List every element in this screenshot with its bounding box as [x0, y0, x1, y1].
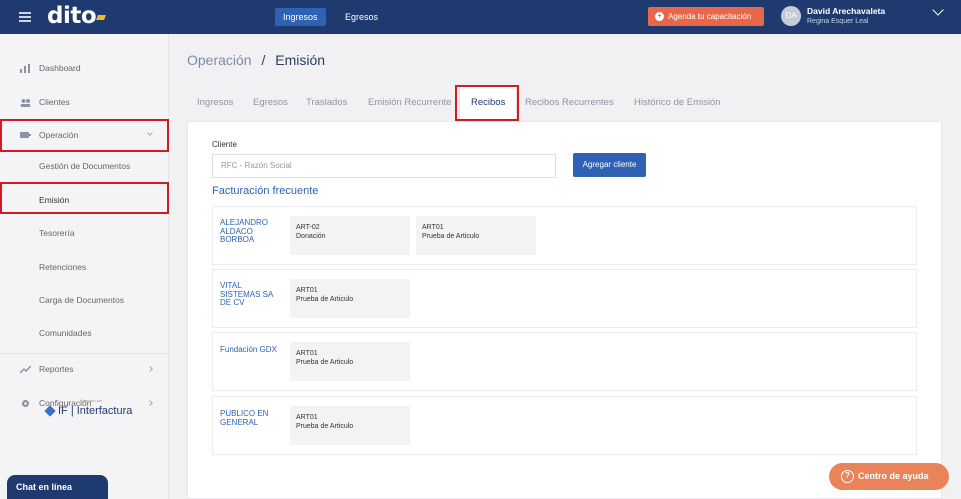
- client-row: ALEJANDRO ALDACO BORBOA ART-02 Donación …: [212, 206, 917, 265]
- sidebar-subitem-tesoreria[interactable]: Tesorería: [39, 228, 74, 238]
- sidebar-subitem-carga[interactable]: Carga de Documentos: [39, 295, 124, 305]
- add-client-button[interactable]: Agregar cliente: [573, 153, 646, 177]
- gear-icon: [22, 400, 29, 407]
- client-name[interactable]: Fundación GDX: [220, 345, 282, 355]
- article-description: Prueba de Articulo: [296, 359, 354, 366]
- interfactura-logo: Operado por IF | Interfactura: [44, 398, 133, 417]
- sidebar-item-reportes[interactable]: Reportes: [0, 353, 169, 386]
- tab-emision-recurrente[interactable]: Emisión Recurrente: [368, 97, 451, 108]
- page-title: Emisión: [275, 52, 326, 68]
- user-name[interactable]: David Arechavaleta: [807, 6, 885, 16]
- help-center-label: Centro de ayuda: [858, 471, 929, 481]
- sidebar-item-label: Reportes: [39, 364, 74, 374]
- sidebar-item-label: Clientes: [39, 97, 70, 107]
- users-icon: [20, 99, 31, 107]
- brand-name: IF | Interfactura: [58, 405, 133, 417]
- client-row: VITAL SISTEMAS SA DE CV ART01 Prueba de …: [212, 269, 917, 328]
- avatar[interactable]: DA: [781, 6, 801, 26]
- chevron-down-icon[interactable]: [932, 4, 944, 16]
- schedule-training-button[interactable]: + Agenda tu capacitación: [648, 7, 764, 26]
- article-code: ART01: [296, 414, 318, 421]
- hamburger-menu-icon[interactable]: [19, 12, 31, 22]
- nav-tab-ingresos[interactable]: Ingresos: [275, 8, 326, 26]
- sidebar-subitem-retenciones[interactable]: Retenciones: [39, 262, 86, 272]
- article-code: ART01: [296, 350, 318, 357]
- article-card[interactable]: ART01 Prueba de Articulo: [290, 279, 410, 318]
- sidebar-item-label: Dashboard: [39, 63, 81, 73]
- sidebar-item-clientes[interactable]: Clientes: [0, 86, 169, 119]
- frequent-billing-title: Facturación frecuente: [212, 185, 319, 197]
- bar-chart-icon: [20, 64, 30, 73]
- client-name[interactable]: PUBLICO EN GENERAL: [220, 409, 282, 427]
- article-card[interactable]: ART01 Prueba de Articulo: [290, 406, 410, 445]
- breadcrumb-parent[interactable]: Operación: [187, 52, 252, 68]
- tab-egresos[interactable]: Egresos: [253, 97, 288, 108]
- article-description: Prueba de Articulo: [422, 233, 480, 240]
- sidebar-item-dashboard[interactable]: Dashboard: [0, 52, 169, 85]
- plus-circle-icon: +: [655, 12, 664, 21]
- article-description: Prueba de Articulo: [296, 296, 354, 303]
- question-circle-icon: ?: [841, 470, 854, 483]
- article-card[interactable]: ART01 Prueba de Articulo: [290, 342, 410, 381]
- client-field-label: Cliente: [212, 140, 237, 149]
- client-name[interactable]: ALEJANDRO ALDACO BORBOA: [220, 218, 282, 245]
- highlight-emision: [0, 182, 169, 214]
- schedule-training-label: Agenda tu capacitación: [668, 12, 752, 21]
- tab-historico-emision[interactable]: Histórico de Emisión: [634, 97, 721, 108]
- highlight-recibos-tab: [455, 85, 519, 121]
- trend-icon: [20, 365, 31, 374]
- client-search-input[interactable]: RFC - Razón Social: [212, 154, 556, 178]
- article-code: ART-02: [296, 224, 320, 231]
- breadcrumb: Operación / Emisión: [187, 52, 325, 68]
- logo-mark: [96, 15, 106, 20]
- chevron-right-icon: [147, 366, 153, 372]
- highlight-operacion: [0, 119, 169, 152]
- user-subtitle: Regina Esquer Leal: [807, 18, 869, 25]
- nav-tab-egresos[interactable]: Egresos: [337, 8, 386, 26]
- article-description: Donación: [296, 233, 326, 240]
- app-logo[interactable]: dito: [47, 3, 97, 29]
- article-description: Prueba de Articulo: [296, 423, 354, 430]
- interfactura-mark-icon: [44, 405, 56, 417]
- top-bar: dito Ingresos Egresos + Agenda tu capaci…: [0, 0, 961, 34]
- tab-recibos-recurrentes[interactable]: Recibos Recurrentes: [525, 97, 614, 108]
- chat-button[interactable]: Chat en línea: [7, 475, 108, 499]
- client-row: Fundación GDX ART01 Prueba de Articulo: [212, 332, 917, 391]
- brand-prefix: Operado por: [80, 398, 103, 403]
- client-row: PUBLICO EN GENERAL ART01 Prueba de Artic…: [212, 396, 917, 455]
- article-card[interactable]: ART-02 Donación: [290, 216, 410, 255]
- breadcrumb-separator: /: [261, 52, 266, 68]
- sidebar-subitem-comunidades[interactable]: Comunidades: [39, 328, 91, 338]
- tab-traslados[interactable]: Traslados: [306, 97, 347, 108]
- client-name[interactable]: VITAL SISTEMAS SA DE CV: [220, 281, 282, 308]
- article-code: ART01: [422, 224, 444, 231]
- article-card[interactable]: ART01 Prueba de Articulo: [416, 216, 536, 255]
- article-code: ART01: [296, 287, 318, 294]
- help-center-button[interactable]: ? Centro de ayuda: [829, 463, 949, 490]
- chevron-right-icon: [147, 400, 153, 406]
- sidebar-subitem-gestion[interactable]: Gestión de Documentos: [39, 161, 130, 171]
- tab-ingresos[interactable]: Ingresos: [197, 97, 233, 108]
